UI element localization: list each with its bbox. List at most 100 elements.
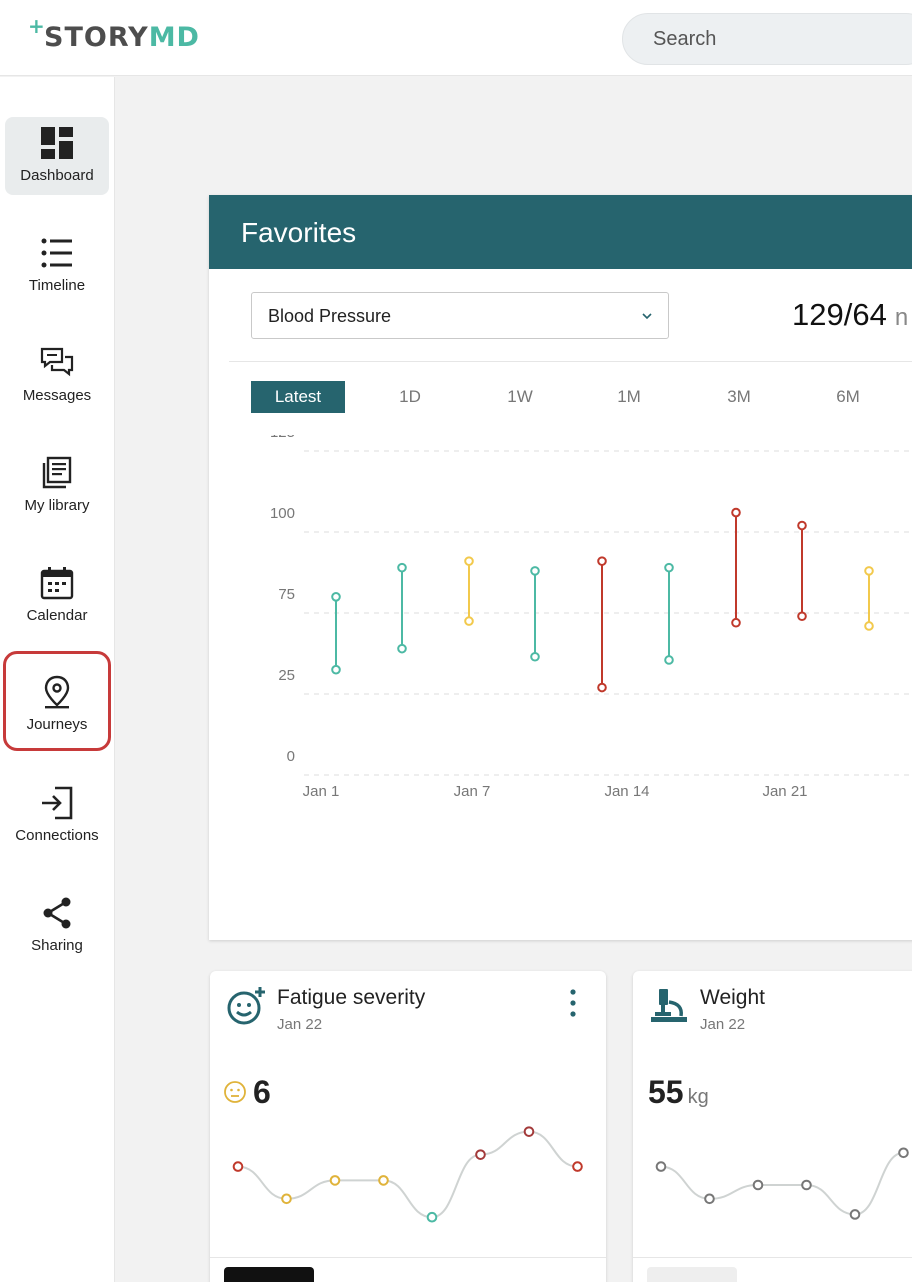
blood-pressure-chart: 125 100 75 25 0 Jan 1 Jan 7 Jan 14 Jan 21 xyxy=(270,435,912,800)
sidebar-item-my-library[interactable]: My library xyxy=(5,447,109,525)
range-high-point xyxy=(397,562,407,573)
x-tick-label: Jan 14 xyxy=(604,783,649,800)
timeline-icon xyxy=(41,238,72,268)
thumbnail-image[interactable] xyxy=(647,1267,737,1282)
sparkline-point xyxy=(655,1161,667,1172)
neutral-face-icon xyxy=(224,1081,246,1103)
sidebar-item-journeys[interactable]: Journeys xyxy=(3,651,111,751)
favorites-card: Favorites Blood Pressure 129/64 n Latest … xyxy=(209,195,912,940)
range-low-point xyxy=(797,611,807,622)
sidebar: Dashboard Timeline Messages My library C… xyxy=(0,77,115,1282)
sparkline-point xyxy=(426,1211,438,1223)
more-options-icon[interactable] xyxy=(568,988,578,1018)
range-high-point xyxy=(731,507,741,518)
range-low-point xyxy=(530,651,540,662)
sparkline-point xyxy=(704,1193,715,1205)
weight-sparkline xyxy=(655,1147,909,1220)
y-tick-label: 75 xyxy=(278,586,295,603)
range-mark xyxy=(530,566,540,662)
sidebar-item-connections[interactable]: Connections xyxy=(5,777,109,855)
y-tick-label: 125 xyxy=(270,435,295,441)
sparkline-point xyxy=(572,1161,583,1172)
search-placeholder: Search xyxy=(653,28,717,50)
sidebar-item-timeline[interactable]: Timeline xyxy=(5,227,109,305)
fatigue-card[interactable]: Fatigue severity Jan 22 6 xyxy=(210,971,606,1282)
card-value-number: 55 xyxy=(648,1074,684,1110)
connections-icon xyxy=(42,786,73,820)
range-low-point xyxy=(731,617,741,628)
metric-select-value: Blood Pressure xyxy=(268,306,392,326)
sidebar-item-label: Connections xyxy=(15,827,99,844)
reading-unit: n xyxy=(894,304,909,331)
sparkline-point xyxy=(329,1175,341,1186)
range-high-point xyxy=(464,556,474,566)
logo-md: MD xyxy=(148,22,200,53)
thumbnail-image[interactable] xyxy=(224,1267,314,1282)
card-footer-divider xyxy=(210,1257,606,1258)
sparkline-point xyxy=(281,1193,292,1205)
sidebar-item-messages[interactable]: Messages xyxy=(5,337,109,415)
range-high-point xyxy=(864,566,874,576)
favorites-title: Favorites xyxy=(241,217,357,248)
dashboard-icon xyxy=(41,127,73,159)
reading-value: 129/64 xyxy=(792,297,887,332)
sidebar-item-sharing[interactable]: Sharing xyxy=(5,887,109,965)
smiley-plus-icon xyxy=(227,987,265,1025)
fatigue-sparkline xyxy=(232,1126,583,1223)
sparkline-point xyxy=(752,1179,764,1191)
range-mark xyxy=(731,507,741,628)
range-low-point xyxy=(331,664,341,675)
card-value-number: 6 xyxy=(253,1074,271,1110)
tab-3m[interactable]: 3M xyxy=(708,381,770,413)
card-title: Weight xyxy=(700,986,765,1009)
sidebar-item-label: Calendar xyxy=(26,607,88,624)
calendar-icon xyxy=(40,567,74,600)
sparkline-point xyxy=(475,1149,486,1160)
sparkline-point xyxy=(523,1126,535,1137)
range-high-point xyxy=(664,562,674,573)
sidebar-item-dashboard[interactable]: Dashboard xyxy=(5,117,109,195)
range-high-point xyxy=(331,592,341,602)
tab-1w[interactable]: 1W xyxy=(489,381,551,413)
sidebar-item-label: My library xyxy=(24,497,90,514)
sparkline-point xyxy=(801,1179,812,1191)
search-input[interactable]: Search xyxy=(622,13,912,65)
range-low-point xyxy=(464,616,474,626)
tab-6m[interactable]: 6M xyxy=(817,381,879,413)
sparkline-path xyxy=(660,1151,904,1216)
card-footer-divider xyxy=(633,1257,912,1258)
card-date: Jan 22 xyxy=(700,1016,746,1033)
chevron-down-icon xyxy=(642,313,652,320)
range-mark xyxy=(464,556,474,626)
storymd-logo[interactable]: + STORYMD xyxy=(28,14,200,53)
logo-plus: + xyxy=(28,14,46,38)
library-icon xyxy=(42,456,72,489)
location-pin-icon xyxy=(44,675,70,709)
card-value: 55 kg xyxy=(648,1074,709,1111)
top-header: + STORYMD Search xyxy=(0,0,912,76)
metric-select[interactable]: Blood Pressure xyxy=(251,292,669,339)
share-icon xyxy=(43,897,71,929)
sidebar-item-label: Sharing xyxy=(31,937,83,954)
x-tick-label: Jan 7 xyxy=(454,783,491,800)
y-tick-label: 100 xyxy=(270,505,295,522)
range-high-point xyxy=(797,520,807,531)
weight-card[interactable]: Weight Jan 22 55 kg xyxy=(633,971,912,1282)
tab-latest[interactable]: Latest xyxy=(251,381,345,413)
range-mark xyxy=(331,592,341,675)
sidebar-item-calendar[interactable]: Calendar xyxy=(5,557,109,635)
range-mark xyxy=(864,566,874,631)
divider xyxy=(229,361,912,362)
favorites-header: Favorites xyxy=(209,195,912,269)
latest-reading: 129/64 n xyxy=(792,297,908,333)
card-value-unit: kg xyxy=(687,1086,709,1108)
tab-1m[interactable]: 1M xyxy=(598,381,660,413)
tab-1d[interactable]: 1D xyxy=(379,381,441,413)
range-low-point xyxy=(664,655,674,665)
range-mark xyxy=(397,562,407,654)
range-mark xyxy=(664,562,674,665)
y-tick-label: 25 xyxy=(278,667,295,684)
sidebar-item-label: Timeline xyxy=(28,277,86,294)
x-tick-label: Jan 1 xyxy=(303,783,340,800)
sidebar-item-label: Journeys xyxy=(26,716,88,733)
